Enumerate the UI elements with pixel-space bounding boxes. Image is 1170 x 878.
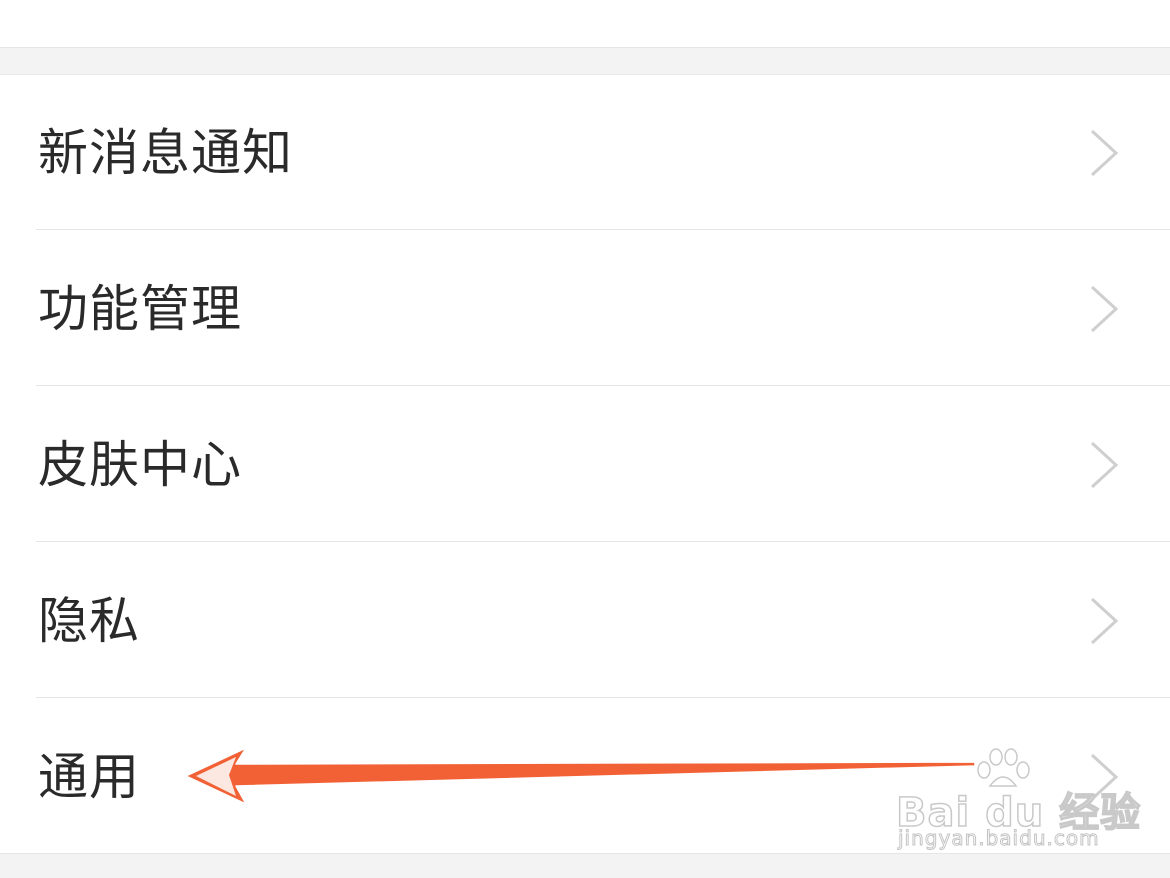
settings-item-label: 新消息通知 <box>38 123 293 182</box>
settings-item-label: 隐私 <box>38 591 140 650</box>
row-divider <box>36 229 1170 230</box>
top-section <box>0 0 1170 48</box>
settings-item-label: 通用 <box>38 747 140 806</box>
settings-item-new-message-notification[interactable]: 新消息通知 <box>0 75 1170 230</box>
settings-item-feature-management[interactable]: 功能管理 <box>0 231 1170 386</box>
chevron-right-icon <box>1090 285 1119 332</box>
section-gap <box>0 48 1170 74</box>
row-divider <box>36 385 1170 386</box>
chevron-right-icon <box>1090 753 1119 800</box>
settings-item-general[interactable]: 通用 <box>0 699 1170 854</box>
row-divider <box>36 541 1170 542</box>
chevron-right-icon <box>1090 441 1119 488</box>
settings-item-skin-center[interactable]: 皮肤中心 <box>0 387 1170 542</box>
chevron-right-icon <box>1090 597 1119 644</box>
row-divider <box>36 697 1170 698</box>
settings-list: 新消息通知 功能管理 皮肤中心 隐私 通用 <box>0 74 1170 854</box>
settings-item-privacy[interactable]: 隐私 <box>0 543 1170 698</box>
bottom-section-gap <box>0 853 1170 878</box>
settings-item-label: 皮肤中心 <box>38 435 242 494</box>
chevron-right-icon <box>1090 129 1119 176</box>
settings-item-label: 功能管理 <box>38 279 242 338</box>
